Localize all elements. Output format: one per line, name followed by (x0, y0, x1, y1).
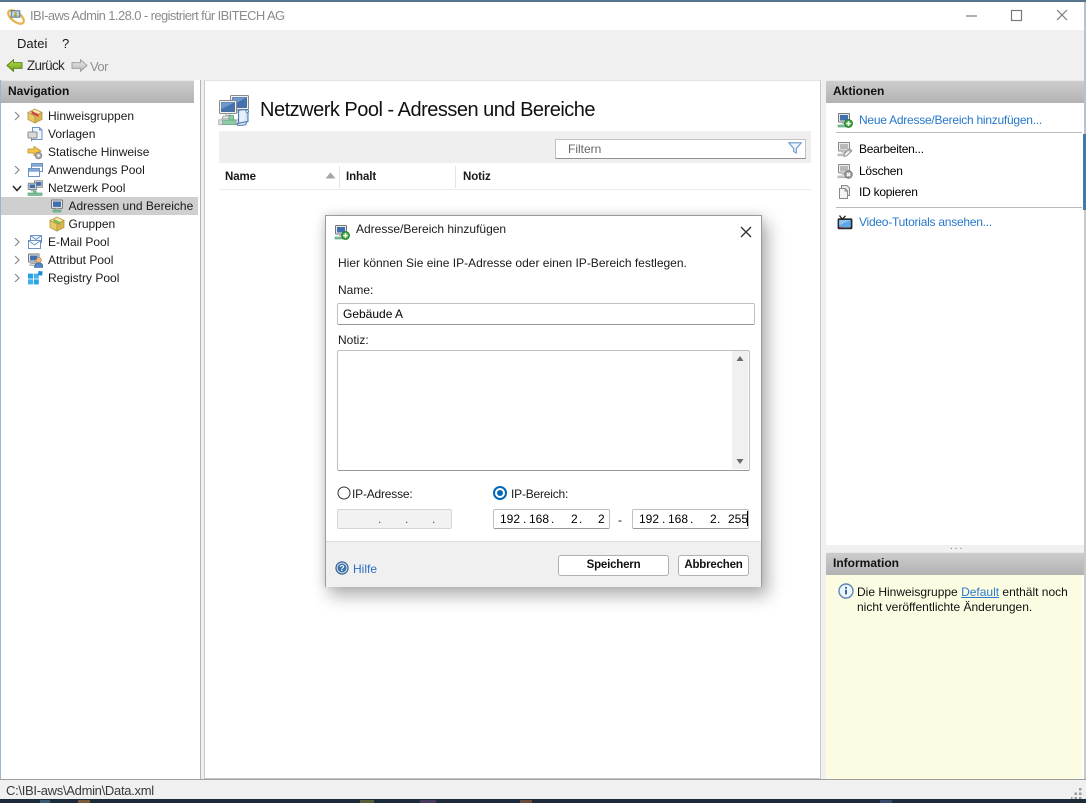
svg-text:?: ? (339, 563, 344, 573)
